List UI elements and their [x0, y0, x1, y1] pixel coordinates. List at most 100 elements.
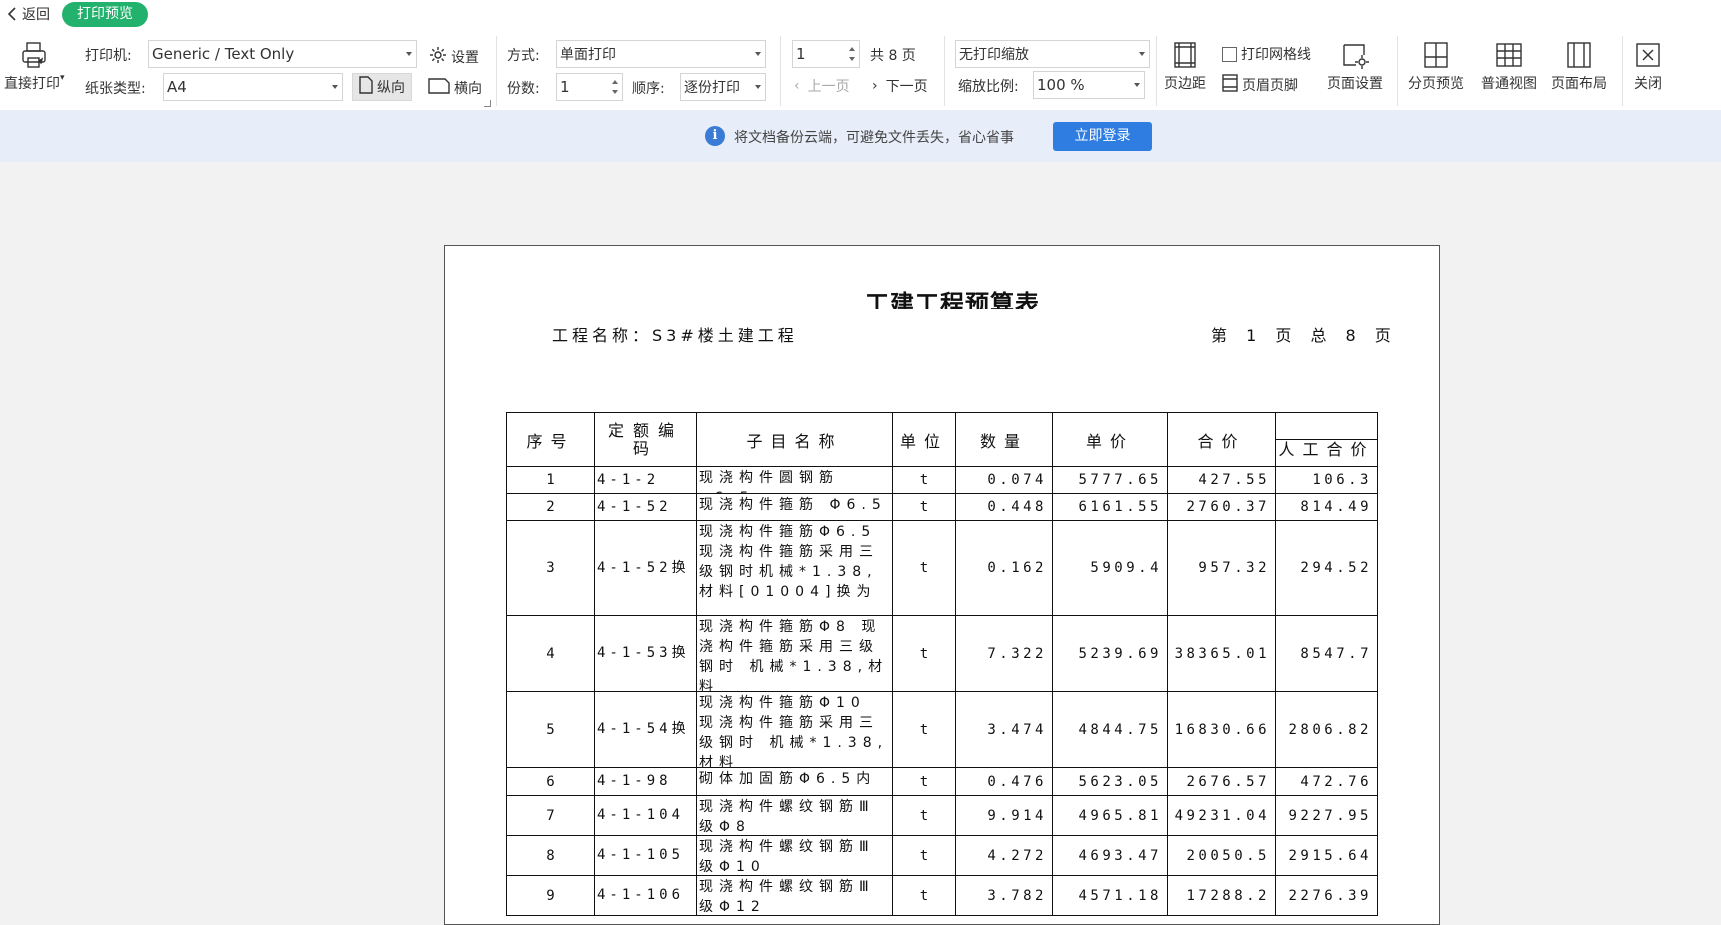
table-row: 7 4-1-104 现浇构件螺纹钢筋Ⅲ级Φ8 t 9.914 4965.81 49231.0… [506, 795, 1378, 836]
mode-select[interactable]: 单面打印 [556, 40, 766, 68]
landscape-label: 横向 [454, 81, 482, 97]
cell-unit: t [892, 835, 956, 876]
cell-total: 20050.5 [1167, 835, 1276, 876]
page-break-preview-button[interactable]: 分页预览 [1408, 40, 1464, 93]
cell-qty: 7.322 [955, 615, 1053, 692]
banner-text: 将文档备份云端，可避免文件丢失，省心省事 [734, 130, 1014, 146]
divider [1156, 36, 1157, 106]
header-unit: 单位 [892, 412, 956, 467]
header-footer-button[interactable]: 页眉页脚 [1222, 74, 1298, 96]
cell-total: 17288.2 [1167, 875, 1276, 916]
table-row: 5 4-1-54换 现浇构件箍筋Φ10 现浇构件箍筋采用三级钢时 机械*1.38,材… [506, 691, 1378, 768]
margins-button[interactable]: 页边距 [1164, 40, 1206, 93]
header-qty: 数量 [955, 412, 1053, 467]
grid-view-icon [1496, 43, 1522, 67]
table-row: 8 4-1-105 现浇构件螺纹钢筋Ⅲ级Φ10 t 4.272 4693.47 20050.… [506, 835, 1378, 876]
close-button[interactable]: 关闭 [1633, 40, 1663, 93]
cell-no: 5 [506, 691, 595, 768]
close-label: 关闭 [1634, 76, 1662, 92]
info-icon: i [705, 126, 725, 146]
printer-icon [22, 42, 46, 68]
zoom-select[interactable]: 100 % [1033, 71, 1145, 99]
table-row: 14-1-2现浇构件圆钢筋φ6.5t0.0745777.65427.55106.… [506, 466, 1378, 494]
cell-name: 现浇构件螺纹钢筋Ⅲ级Φ12 [696, 875, 893, 916]
paper-select[interactable]: A4 [163, 73, 343, 101]
dropdown-arrow-icon [755, 85, 761, 89]
chevron-right-icon: › [872, 78, 878, 94]
cell-labor: 2806.82 [1275, 691, 1378, 768]
portrait-button[interactable]: 纵向 [352, 73, 412, 101]
page-number-stepper[interactable]: 1 [792, 40, 860, 68]
page-layout-button[interactable]: 页面布局 [1551, 40, 1607, 93]
cell-qty: 0.476 [955, 767, 1053, 796]
table-row: 3 4-1-52换 现浇构件箍筋Φ6.5 现浇构件箍筋采用三级钢时机械*1.38,材… [506, 520, 1378, 616]
cell-name: 现浇构件箍筋Φ10 现浇构件箍筋采用三级钢时 机械*1.38,材料 [696, 691, 893, 768]
print-preview-page: 工建工程预算表 工程名称：S3#楼土建工程 第 1 页 总 8 页 序号 定额编… [444, 245, 1440, 925]
copies-stepper[interactable]: 1 [556, 73, 623, 101]
order-select[interactable]: 逐份打印 [680, 73, 766, 101]
checkbox-icon [1222, 46, 1237, 62]
page-info: 第 1 页 总 8 页 [1211, 326, 1393, 345]
normal-view-button[interactable]: 普通视图 [1481, 40, 1537, 93]
paper-value: A4 [167, 78, 187, 96]
printer-label: 打印机: [85, 48, 132, 64]
cell-code: 4-1-98 [594, 767, 697, 796]
cell-code: 4-1-106 [594, 875, 697, 916]
cell-code: 4-1-52换 [594, 520, 697, 616]
cell-name: 现浇构件螺纹钢筋Ⅲ级Φ8 [696, 795, 893, 836]
header-price: 单价 [1052, 412, 1168, 467]
landscape-button[interactable]: 横向 [428, 78, 482, 98]
cell-no: 4 [506, 615, 595, 692]
prev-page-button[interactable]: ‹ 上一页 [794, 76, 850, 96]
copies-value: 1 [560, 78, 570, 96]
header-no: 序号 [506, 412, 595, 467]
cell-labor: 814.49 [1275, 493, 1378, 521]
table-row: 4 4-1-53换 现浇构件箍筋Φ8 现浇构件箍筋采用三级钢时 机械*1.38,材料… [506, 615, 1378, 692]
decrement-icon[interactable] [612, 90, 618, 94]
print-gridlines-checkbox[interactable]: 打印网格线 [1222, 44, 1311, 64]
caret-down-icon: ▾ [60, 73, 65, 83]
header-labor: 人工合价 [1275, 412, 1378, 467]
cell-qty: 4.272 [955, 835, 1053, 876]
margins-icon [1174, 42, 1196, 68]
login-button[interactable]: 立即登录 [1053, 122, 1152, 151]
printer-select[interactable]: Generic / Text Only [148, 40, 417, 68]
direct-print-button[interactable]: 直接打印▾ [4, 40, 65, 93]
cell-name: 现浇构件圆钢筋φ6.5 [696, 466, 893, 494]
cell-labor: 294.52 [1275, 520, 1378, 616]
cell-code: 4-1-2 [594, 466, 697, 494]
cell-labor: 472.76 [1275, 767, 1378, 796]
cell-labor: 2915.64 [1275, 835, 1378, 876]
expand-corner-icon[interactable] [484, 100, 491, 107]
cell-unit: t [892, 691, 956, 768]
total-pages: 共 8 页 [870, 48, 916, 64]
cell-qty: 3.782 [955, 875, 1053, 916]
table-row: 6 4-1-98 砌体加固筋Φ6.5内 t 0.476 5623.05 2676.57 472… [506, 767, 1378, 796]
cell-qty: 3.474 [955, 691, 1053, 768]
cell-no: 3 [506, 520, 595, 616]
printer-settings-button[interactable]: 设置 [428, 45, 479, 69]
cell-qty: 9.914 [955, 795, 1053, 836]
increment-icon[interactable] [849, 47, 855, 51]
cell-price: 5623.05 [1052, 767, 1168, 796]
dropdown-arrow-icon [406, 52, 412, 56]
header-code: 定额编码 [594, 412, 697, 467]
page-setup-label: 页面设置 [1327, 76, 1383, 92]
cell-total: 2676.57 [1167, 767, 1276, 796]
cell-unit: t [892, 615, 956, 692]
back-button[interactable]: 返回 [6, 4, 50, 24]
dropdown-arrow-icon [755, 52, 761, 56]
direct-print-label: 直接打印 [4, 76, 60, 92]
divider [780, 36, 781, 106]
scale-mode-select[interactable]: 无打印缩放 [955, 40, 1150, 68]
cell-unit: t [892, 795, 956, 836]
gear-icon [428, 45, 448, 69]
page-setup-button[interactable]: 页面设置 [1327, 40, 1383, 93]
decrement-icon[interactable] [849, 57, 855, 61]
cell-total: 957.32 [1167, 520, 1276, 616]
cell-qty: 0.074 [955, 466, 1053, 494]
increment-icon[interactable] [612, 80, 618, 84]
page-break-preview-label: 分页预览 [1408, 76, 1464, 92]
cell-qty: 0.162 [955, 520, 1053, 616]
next-page-button[interactable]: › 下一页 [872, 76, 928, 96]
